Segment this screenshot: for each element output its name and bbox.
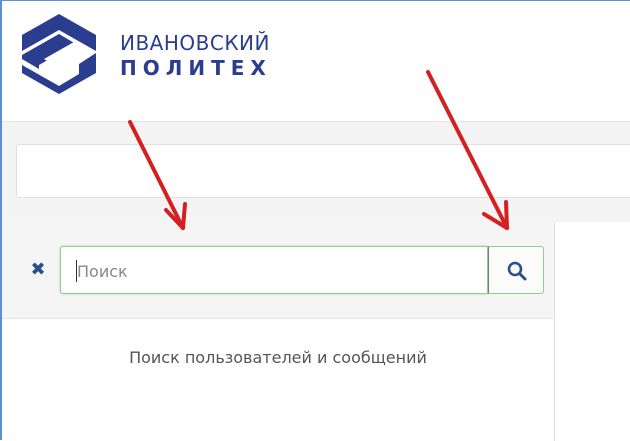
- messages-sidebar: ✖ Поиск пользователей и сообщений: [2, 222, 555, 441]
- site-header: ИВАНОВСКИЙ ПОЛИТЕХ: [2, 1, 630, 122]
- search-field-wrapper: [60, 246, 488, 294]
- search-hint: Поиск пользователей и сообщений: [129, 348, 427, 367]
- logo-line-2: ПОЛИТЕХ: [120, 56, 272, 80]
- logo-line-1: ИВАНОВСКИЙ: [120, 31, 270, 55]
- close-icon[interactable]: ✖: [28, 260, 48, 280]
- logo-icon: [22, 14, 96, 94]
- search-row: ✖: [2, 222, 554, 319]
- logo-text: ИВАНОВСКИЙ ПОЛИТЕХ: [120, 31, 272, 81]
- text-caret: [76, 260, 77, 282]
- search-button[interactable]: [488, 246, 544, 294]
- search-icon: [507, 261, 527, 281]
- chat-area: [555, 222, 630, 441]
- search-input[interactable]: [75, 255, 479, 287]
- top-bar-field[interactable]: [16, 144, 630, 198]
